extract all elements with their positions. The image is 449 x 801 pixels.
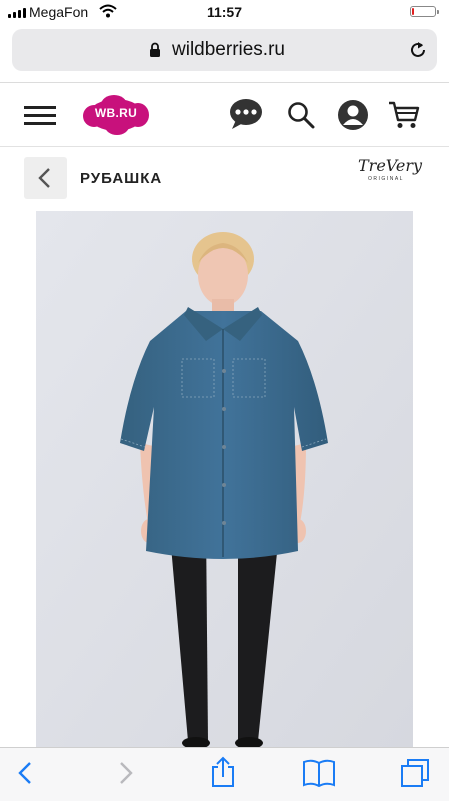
forward-arrow-icon[interactable] [117, 760, 135, 786]
chat-icon[interactable] [229, 98, 263, 130]
share-icon[interactable] [210, 756, 236, 788]
cart-icon[interactable] [388, 100, 420, 130]
divider [0, 82, 449, 83]
browser-toolbar [0, 747, 449, 801]
product-photo [36, 211, 413, 751]
status-bar: MegaFon 11:57 [0, 0, 449, 26]
battery-icon [410, 6, 439, 17]
chevron-left-icon [38, 168, 50, 188]
lock-icon [150, 42, 160, 57]
battery-level [412, 8, 414, 15]
back-arrow-icon[interactable] [16, 760, 34, 786]
divider [0, 146, 449, 147]
search-icon[interactable] [287, 101, 315, 129]
reload-icon[interactable] [408, 40, 428, 60]
site-logo[interactable]: WB.RU [83, 95, 149, 135]
product-image[interactable] [36, 211, 413, 751]
address-bar[interactable]: wildberries.ru [12, 29, 437, 71]
clock: 11:57 [206, 4, 243, 20]
user-icon[interactable] [337, 99, 369, 131]
url-text[interactable]: wildberries.ru [172, 39, 285, 61]
tabs-icon[interactable] [399, 758, 431, 788]
back-button[interactable] [24, 157, 67, 199]
brand-sub: ORIGINAL [368, 176, 404, 182]
brand-name: TreVery [358, 156, 423, 175]
bookmarks-icon[interactable] [302, 759, 336, 787]
brand-logo[interactable]: TreVery ORIGINAL [358, 156, 423, 188]
page-title: РУБАШКА [80, 170, 163, 187]
logo-text: WB.RU [94, 106, 138, 120]
hamburger-menu-icon[interactable] [24, 106, 56, 126]
